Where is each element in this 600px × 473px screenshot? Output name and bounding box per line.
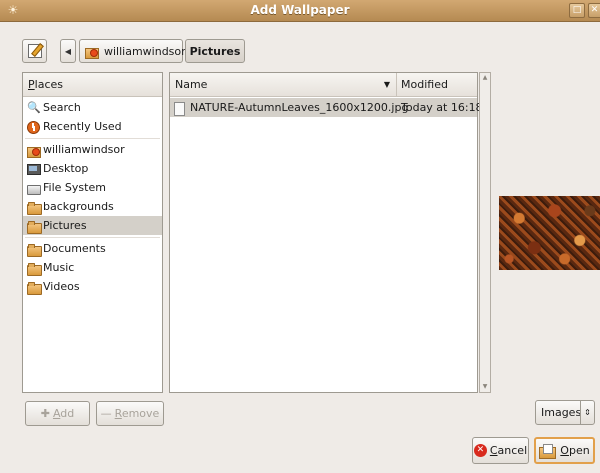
column-header-modified[interactable]: Modified	[397, 73, 448, 96]
home-folder-icon	[27, 144, 41, 158]
place-item-videos[interactable]: Videos	[23, 277, 162, 296]
edit-location-button[interactable]	[22, 39, 47, 63]
close-icon[interactable]: ✕	[588, 3, 600, 18]
file-list-scrollbar[interactable]: ▲ ▼	[479, 72, 491, 393]
place-item-home[interactable]: williamwindsor	[23, 140, 162, 159]
places-panel: Places 🔍 Search Recently Used williamwin…	[22, 72, 163, 393]
recent-icon	[27, 120, 40, 134]
sort-down-icon: ▼	[383, 80, 390, 89]
path-back-button[interactable]: ◀	[60, 39, 76, 63]
file-type-filter[interactable]: Images ⇕	[535, 400, 595, 425]
folder-icon	[27, 201, 42, 215]
desktop-icon	[27, 163, 41, 175]
file-list-header: Name ▼ Modified	[170, 73, 477, 97]
place-item-desktop[interactable]: Desktop	[23, 159, 162, 178]
places-header[interactable]: Places	[23, 73, 162, 97]
place-item-backgrounds[interactable]: backgrounds	[23, 197, 162, 216]
path-button-pictures[interactable]: Pictures	[185, 39, 245, 63]
place-item-documents[interactable]: Documents	[23, 239, 162, 258]
drive-icon	[27, 182, 41, 195]
home-folder-icon	[85, 45, 99, 59]
path-button-home[interactable]: williamwindsor	[79, 39, 186, 63]
place-item-music[interactable]: Music	[23, 258, 162, 277]
maximize-icon[interactable]: □	[569, 3, 585, 18]
folder-icon	[27, 220, 42, 234]
file-modified-cell: Today at 16:18	[401, 101, 483, 114]
open-folder-icon	[539, 443, 557, 459]
path-label: Pictures	[189, 44, 241, 58]
folder-icon	[27, 281, 42, 295]
toolbar: ◀ williamwindsor Pictures	[0, 22, 600, 70]
scroll-down-icon[interactable]: ▼	[480, 382, 490, 392]
edit-location-icon	[27, 44, 42, 58]
search-icon: 🔍	[27, 100, 41, 114]
title-bar: ☀ Add Wallpaper □ ✕	[0, 0, 600, 22]
remove-bookmark-button[interactable]: — Remove	[96, 401, 164, 426]
folder-icon	[27, 243, 42, 257]
image-preview	[499, 196, 600, 270]
plus-icon: ✚	[40, 407, 50, 420]
image-file-icon	[173, 101, 186, 116]
file-row[interactable]: NATURE-AutumnLeaves_1600x1200.jpg Today …	[170, 98, 483, 117]
folder-icon	[27, 262, 42, 276]
place-item-recently-used[interactable]: Recently Used	[23, 117, 162, 136]
cancel-button[interactable]: ✕ Cancel	[472, 437, 529, 464]
separator	[25, 235, 160, 238]
path-label: williamwindsor	[104, 44, 186, 58]
add-bookmark-button[interactable]: ✚ Add	[25, 401, 90, 426]
place-item-pictures[interactable]: Pictures	[23, 216, 162, 235]
separator	[25, 136, 160, 139]
file-list: Name ▼ Modified NATURE-AutumnLeaves_1600…	[169, 72, 483, 393]
scroll-up-icon[interactable]: ▲	[480, 73, 490, 83]
left-arrow-icon: ◀	[64, 46, 72, 56]
minus-icon: —	[100, 407, 112, 420]
window-title: Add Wallpaper	[250, 3, 350, 17]
file-name-cell: NATURE-AutumnLeaves_1600x1200.jpg	[170, 101, 408, 116]
place-item-file-system[interactable]: File System	[23, 178, 162, 197]
open-button[interactable]: Open	[534, 437, 595, 464]
spin-arrows-icon: ⇕	[580, 401, 594, 424]
column-header-name[interactable]: Name ▼	[170, 73, 397, 96]
place-item-search[interactable]: 🔍 Search	[23, 98, 162, 117]
cancel-icon: ✕	[473, 444, 487, 457]
